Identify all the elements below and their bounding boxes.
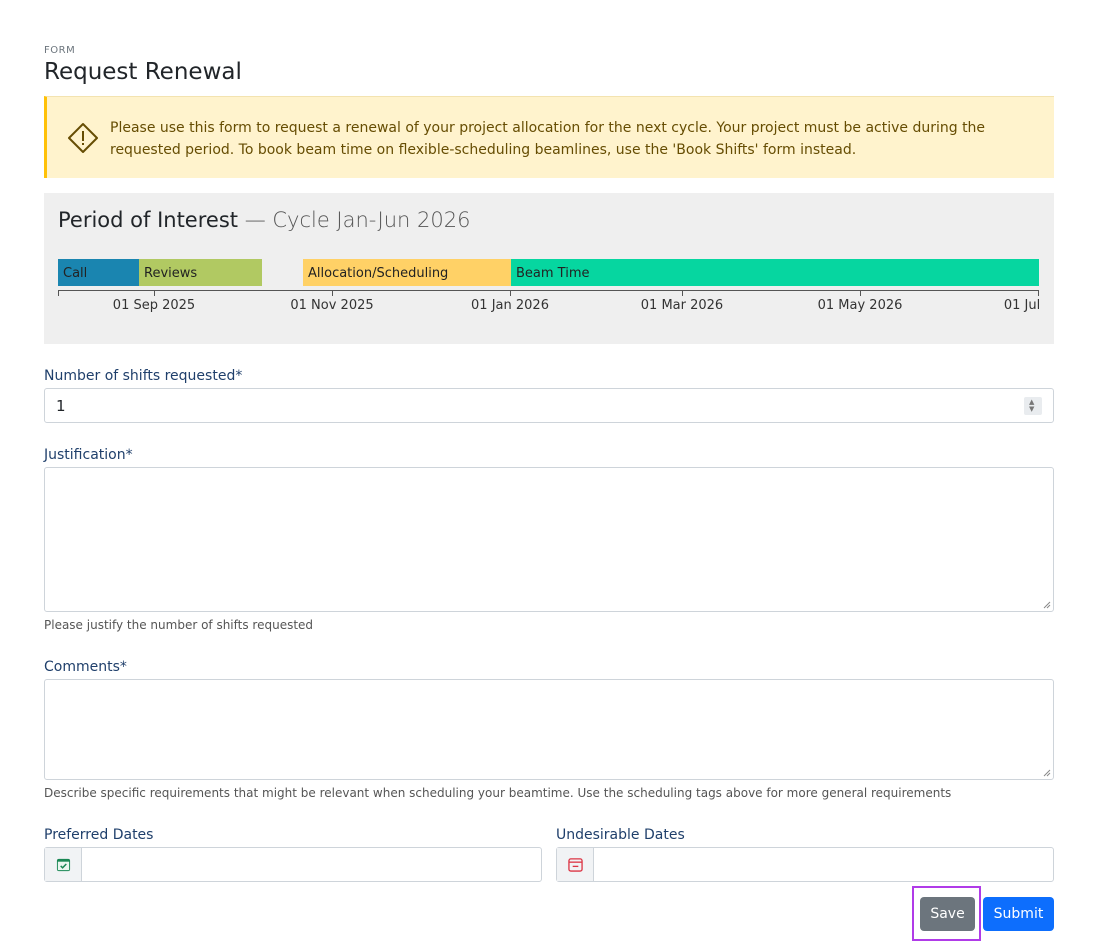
tick-label: 01 Jul: [1003, 298, 1041, 313]
phase-call: Call: [58, 259, 139, 286]
warning-diamond-icon: [68, 123, 98, 153]
cycle-timeline: Call Reviews Allocation/Scheduling Beam …: [58, 259, 1041, 319]
timeline-tick: [682, 290, 683, 296]
timeline-tick: [1038, 290, 1039, 296]
timeline-tick: [154, 290, 155, 296]
timeline-tick: [58, 290, 59, 296]
comments-label: Comments*: [44, 659, 127, 675]
submit-button[interactable]: Submit: [983, 897, 1054, 931]
phase-beam-time: Beam Time: [511, 259, 1039, 286]
resize-grip-icon[interactable]: [1041, 767, 1051, 777]
period-title: Period of Interest: [58, 208, 238, 232]
spinner-down-icon[interactable]: ▼: [1029, 406, 1034, 413]
undesirable-dates-label: Undesirable Dates: [556, 827, 685, 843]
period-heading: Period of Interest — Cycle Jan-Jun 2026: [58, 208, 470, 232]
calendar-minus-icon: [568, 858, 583, 872]
number-spinner[interactable]: ▲ ▼: [1024, 397, 1042, 415]
shifts-label: Number of shifts requested*: [44, 368, 243, 384]
timeline-tick: [332, 290, 333, 296]
tick-label: 01 Jan 2026: [471, 298, 549, 313]
justification-help: Please justify the number of shifts requ…: [44, 618, 314, 632]
comments-help: Describe specific requirements that migh…: [44, 786, 952, 800]
tick-label: 01 Mar 2026: [640, 298, 724, 313]
page-title: Request Renewal: [44, 59, 242, 85]
shifts-number-input[interactable]: 1 ▲ ▼: [44, 388, 1054, 423]
justification-textarea[interactable]: [44, 467, 1054, 612]
tick-label: 01 May 2026: [817, 298, 903, 313]
phase-allocation-scheduling: Allocation/Scheduling: [303, 259, 511, 286]
undesirable-dates-input[interactable]: [556, 847, 1054, 882]
timeline-tick: [510, 290, 511, 296]
period-subtitle: — Cycle Jan-Jun 2026: [244, 208, 471, 232]
comments-textarea[interactable]: [44, 679, 1054, 780]
preferred-dates-label: Preferred Dates: [44, 827, 154, 843]
alert-text: Please use this form to request a renewa…: [110, 120, 986, 158]
calendar-check-icon: [56, 858, 71, 872]
justification-label: Justification*: [44, 447, 133, 463]
undesirable-dates-addon[interactable]: [557, 848, 594, 881]
save-button[interactable]: Save: [920, 897, 975, 931]
tick-label: 01 Nov 2025: [290, 298, 374, 313]
shifts-value: 1: [56, 397, 66, 415]
tick-label: 01 Sep 2025: [112, 298, 196, 313]
resize-grip-icon[interactable]: [1041, 599, 1051, 609]
timeline-tick: [860, 290, 861, 296]
preferred-dates-input[interactable]: [44, 847, 542, 882]
period-of-interest-panel: Period of Interest — Cycle Jan-Jun 2026 …: [44, 193, 1054, 344]
preferred-dates-addon[interactable]: [45, 848, 82, 881]
info-alert: Please use this form to request a renewa…: [44, 96, 1054, 178]
form-eyebrow: FORM: [44, 45, 76, 56]
phase-reviews: Reviews: [139, 259, 262, 286]
timeline-axis: [58, 290, 1039, 291]
